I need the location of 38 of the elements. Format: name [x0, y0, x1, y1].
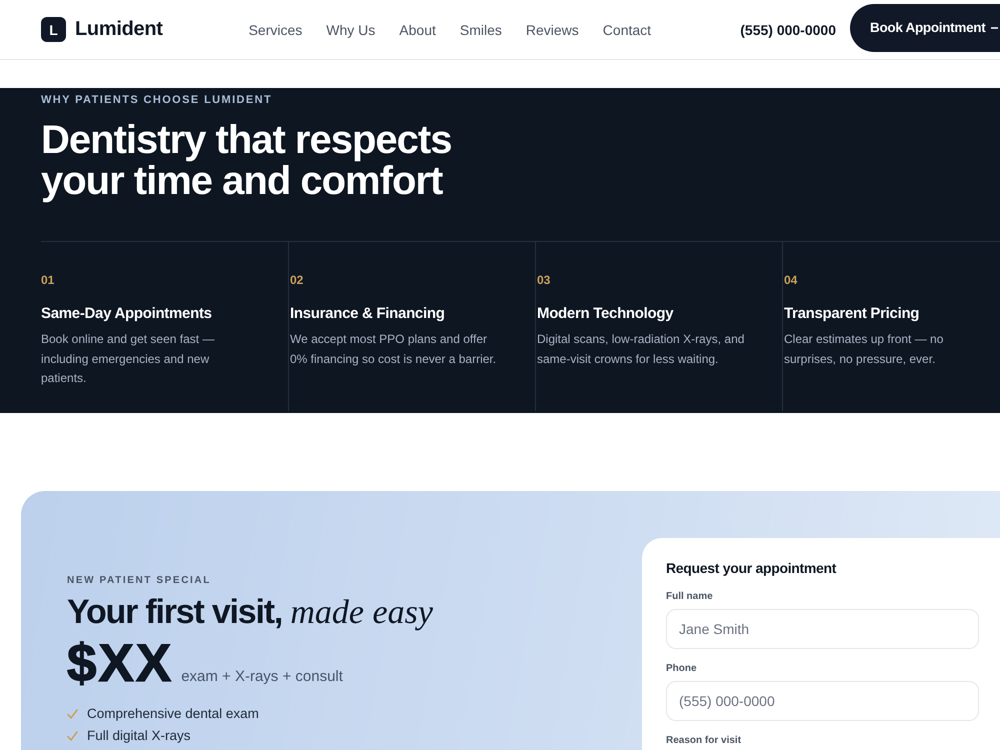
feature-description: We accept most PPO plans and offer 0% financing so cost is never a barrier. [290, 331, 498, 368]
nav-link[interactable]: Why Us [326, 22, 376, 38]
form-title: Request your appointment [666, 560, 838, 576]
checklist-item: Full digital X-rays [87, 728, 191, 743]
feature-description: Clear estimates up front — no surprises, no pressure, ever. [784, 331, 944, 368]
field-label: Reason for visit [666, 735, 742, 746]
logo-mark: L [41, 17, 66, 42]
book-appointment-button[interactable]: Book Appointment [850, 4, 1000, 52]
checklist-item: Comprehensive dental exam [87, 706, 259, 721]
phone-number: (555) 000-0000 [740, 22, 836, 38]
feature-number: 02 [290, 273, 304, 287]
offer-price: $XX [67, 635, 174, 693]
nav-link[interactable]: About [399, 22, 436, 38]
nav-link[interactable]: Services [248, 22, 302, 38]
feature-title: Same-Day Appointments [41, 305, 213, 322]
feature-number: 04 [784, 273, 798, 287]
field-label: Full name [666, 591, 714, 602]
offer-eyebrow: NEW PATIENT SPECIAL [67, 575, 212, 586]
section-heading: Dentistry that respects your time and comfort [41, 120, 452, 202]
nav-link[interactable]: Contact [602, 22, 652, 38]
field-label: Phone [666, 663, 698, 674]
offer-heading: Your first visit, made easy [67, 592, 434, 633]
feature-number: 01 [41, 273, 56, 287]
feature-description: Book online and get seen fast — including emergencies and new patients. [41, 331, 216, 387]
feature-title: Transparent Pricing [784, 305, 920, 322]
feature-description: Digital scans, low-radiation X-rays, and same-visit crowns for less waiting. [537, 331, 746, 368]
input-field[interactable]: Jane Smith [666, 609, 979, 649]
feature-title: Modern Technology [537, 305, 674, 322]
input-field[interactable]: (555) 000-0000 [666, 681, 979, 721]
feature-number: 03 [537, 273, 552, 287]
logo-name: Lumident [75, 18, 163, 41]
price-note: exam + X-rays + consult [181, 668, 343, 685]
nav-link[interactable]: Smiles [460, 22, 502, 38]
check-icon [67, 730, 78, 740]
check-icon [67, 708, 78, 718]
nav-link[interactable]: Reviews [526, 22, 579, 38]
section-eyebrow: WHY PATIENTS CHOOSE LUMIDENT [41, 94, 274, 106]
feature-title: Insurance & Financing [290, 305, 446, 322]
